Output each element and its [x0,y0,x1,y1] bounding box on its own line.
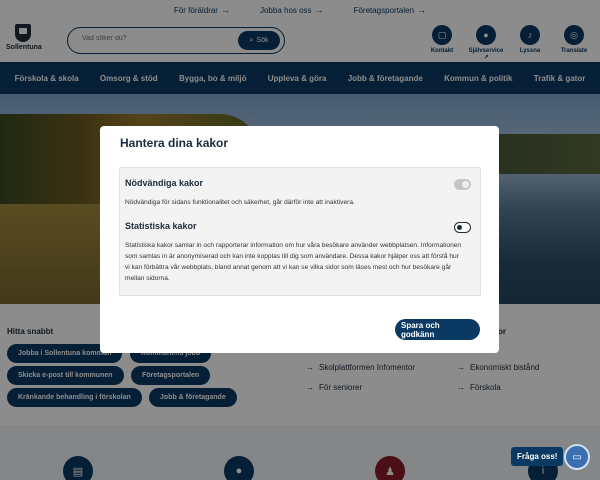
dialog-title: Hantera dina kakor [120,136,229,150]
statistics-cookies-toggle[interactable] [454,222,471,233]
chat-assistant-icon[interactable]: ▭ [564,444,590,470]
chat-button[interactable]: Fråga oss! [511,447,564,466]
necessary-cookies-title: Nödvändiga kakor [125,178,204,188]
save-and-accept-button[interactable]: Spara och godkänn [395,319,480,340]
cookie-dialog: Hantera dina kakor Nödvändiga kakor Nödv… [100,126,499,353]
statistics-cookies-title: Statistiska kakor [125,221,197,231]
necessary-cookies-text: Nödvändiga för sidans funktionalitet och… [125,199,355,206]
necessary-cookies-toggle [454,179,471,190]
statistics-cookies-text: Statistiska kakor samlar in och rapporte… [125,242,462,282]
cookie-options: Nödvändiga kakor Nödvändiga för sidans f… [119,167,481,296]
